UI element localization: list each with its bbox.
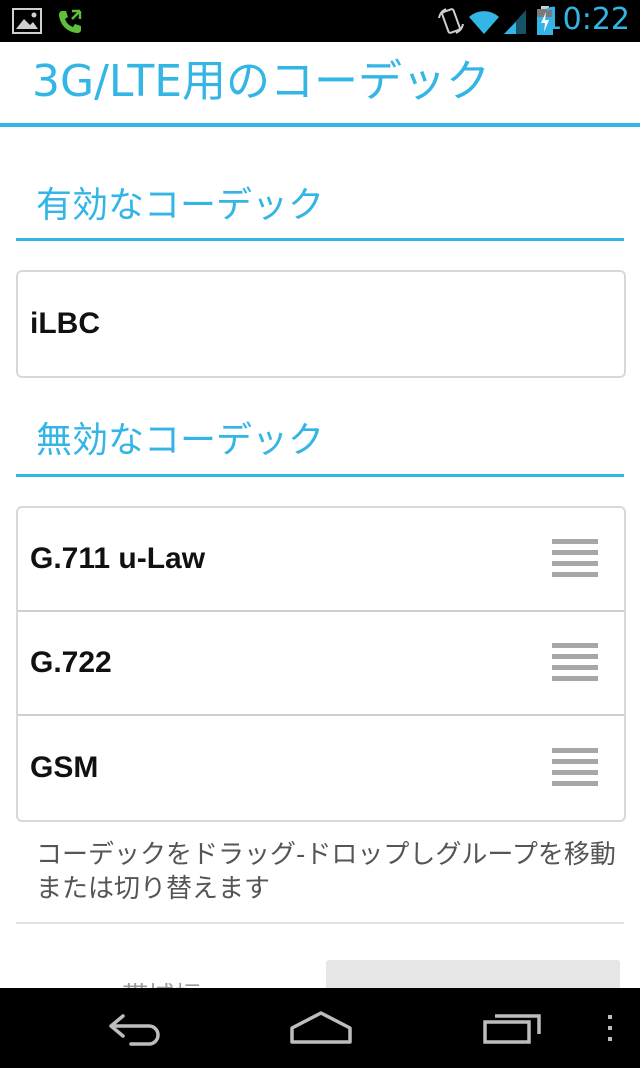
enabled-codecs-list: iLBC [16,270,626,378]
disabled-codecs-divider [16,474,624,477]
disabled-codecs-list: G.711 u-Law G.722 GSM [16,506,626,822]
next-setting-field[interactable] [326,960,620,988]
hint-divider [16,922,624,924]
phone-icon [56,8,84,40]
disabled-codec-item[interactable]: G.711 u-Law [18,508,624,612]
drag-drop-hint: コーデックをドラッグ-ドロップしグループを移動または切り替えます [36,840,616,904]
codec-label: GSM [30,751,99,784]
codec-label: G.711 u-Law [30,542,206,575]
codec-label: iLBC [30,307,100,340]
enabled-codec-item[interactable]: iLBC [18,272,624,376]
menu-icon[interactable] [590,988,630,1068]
disabled-codecs-header: 無効なコーデック [36,420,325,461]
title-divider [0,123,640,127]
home-icon[interactable] [276,988,366,1068]
disabled-codec-item[interactable]: GSM [18,716,624,820]
page-title: 3G/LTE用のコーデック [32,56,491,107]
enabled-codecs-divider [16,238,624,241]
drag-handle-icon[interactable] [552,643,598,683]
signal-icon [502,8,528,40]
drag-handle-icon[interactable] [552,539,598,579]
status-bar: 10:22 [0,0,640,42]
rotate-icon [436,6,466,40]
enabled-codecs-header: 有効なコーデック [36,185,325,226]
wifi-icon [468,8,500,40]
back-icon[interactable] [90,988,180,1068]
codec-label: G.722 [30,646,112,679]
drag-handle-icon[interactable] [552,748,598,788]
disabled-codec-item[interactable]: G.722 [18,612,624,716]
gallery-icon [12,8,42,38]
recents-icon[interactable] [468,988,558,1068]
status-clock: 10:22 [543,2,630,37]
navigation-bar [0,988,640,1068]
